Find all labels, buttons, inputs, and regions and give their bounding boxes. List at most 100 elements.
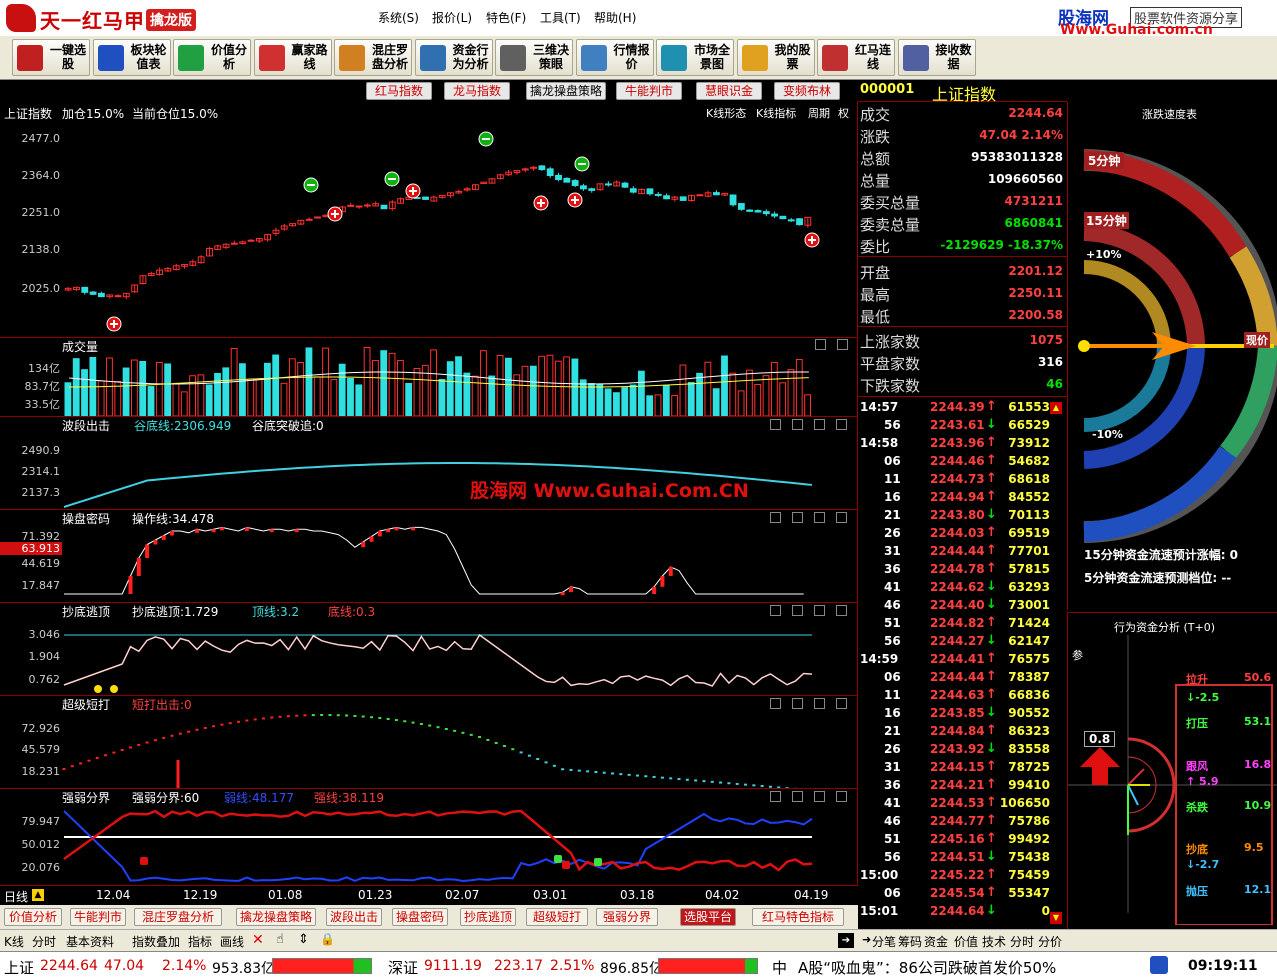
panel-tool-icon[interactable] xyxy=(770,512,781,523)
panel-tool-icon[interactable] xyxy=(792,605,803,616)
news-ticker[interactable]: A股“吸血鬼”：86公司跌破首发价50% xyxy=(798,957,1056,978)
panel-tool-icon[interactable] xyxy=(836,512,847,523)
super-short-chart xyxy=(62,714,797,788)
panel-tool-icon[interactable] xyxy=(770,419,781,430)
bottom-tool-link[interactable]: 画线 xyxy=(220,933,244,950)
toolbar-button[interactable]: 市场全景图 xyxy=(656,39,734,76)
panel-tool-icon[interactable] xyxy=(814,605,825,616)
quote-row-label: 总量 xyxy=(860,172,891,190)
scroll-down-icon[interactable]: ▼ xyxy=(1050,912,1062,924)
bottom-tool-link[interactable]: 分时 xyxy=(32,933,56,950)
toolbar-button[interactable]: 板块轮值表 xyxy=(92,39,171,76)
tick-row: 26 2243.92 ↓ 83558 xyxy=(858,741,1058,760)
toolbar-button[interactable]: 我的股票 xyxy=(736,39,815,76)
right-tool-link[interactable]: 价值 xyxy=(954,933,978,950)
date-tick-label: 12.19 xyxy=(183,888,218,902)
lock-icon[interactable]: 🔒 xyxy=(320,932,335,946)
indicator-tab[interactable]: 擒龙操盘策略 xyxy=(526,82,606,100)
menu-help[interactable]: 帮助(H) xyxy=(594,9,636,26)
volume-bar xyxy=(355,384,363,416)
toolbar-button[interactable]: 接收数据 xyxy=(897,39,976,76)
volume-bar xyxy=(654,394,662,416)
indicator-tab[interactable]: 红马指数 xyxy=(366,82,432,100)
tick-volume: 66529 xyxy=(1008,418,1050,432)
panel-tool-icon[interactable] xyxy=(836,419,847,430)
panel-tool-icon[interactable] xyxy=(836,605,847,616)
quote-row: 下跌家数 46 xyxy=(858,373,1067,395)
bottom-indicator-tab[interactable]: 价值分析 xyxy=(4,908,62,926)
toolbar-button[interactable]: 红马连线 xyxy=(817,39,895,76)
bottom-indicator-tab[interactable]: 强弱分界 xyxy=(596,908,658,926)
bottom-indicator-tab[interactable]: 擒龙操盘策略 xyxy=(236,908,316,926)
right-tool-link[interactable]: 筹码 xyxy=(898,933,922,950)
volume-bar xyxy=(255,378,263,416)
bottom-indicator-tab[interactable]: 牛能判市 xyxy=(70,908,126,926)
period-label[interactable]: 日线 xyxy=(4,888,28,905)
menu-special[interactable]: 特色(F) xyxy=(486,9,526,26)
right-tools-arrow-icon[interactable]: ➜ xyxy=(862,933,871,946)
bottom-tool-link[interactable]: 基本资料 xyxy=(66,933,114,950)
panel-tool-icon[interactable] xyxy=(792,791,803,802)
panel-tool-icon[interactable] xyxy=(814,698,825,709)
right-tool-link[interactable]: 分时 xyxy=(1010,933,1034,950)
toolbar-button[interactable]: 一键选股 xyxy=(12,39,90,76)
move-vertical-icon[interactable]: ⇕ xyxy=(298,932,309,947)
tick-row: 36 2244.21 ↑ 99410 xyxy=(858,777,1058,796)
tick-row: 06 2245.54 ↑ 55347 xyxy=(858,885,1058,904)
panel-tool-icon[interactable] xyxy=(837,339,848,350)
toolbar-button[interactable]: 行情报价 xyxy=(575,39,654,76)
panel-tool-icon[interactable] xyxy=(815,339,826,350)
scroll-up-icon[interactable]: ▲ xyxy=(1050,402,1062,414)
tick-row: 26 2244.03 ↑ 69519 xyxy=(858,525,1058,544)
bottom-indicator-tab[interactable]: 红马特色指标 xyxy=(752,908,844,926)
panel-tool-icon[interactable] xyxy=(792,698,803,709)
quote-row: 总量 109660560 xyxy=(858,168,1067,190)
toolbar-button[interactable]: 资金行为分析 xyxy=(414,39,493,76)
bottom-indicator-tab[interactable]: 波段出击 xyxy=(326,908,382,926)
bottom-tool-link[interactable]: 指标 xyxy=(188,933,212,950)
toolbar-button[interactable]: 价值分析 xyxy=(173,39,251,76)
panel-tool-icon[interactable] xyxy=(814,791,825,802)
bottom-tool-link[interactable]: 指数叠加 xyxy=(132,933,180,950)
panel-tool-icon[interactable] xyxy=(770,605,781,616)
tick-time: 41 xyxy=(884,580,901,594)
volume-bar xyxy=(81,369,88,416)
right-tool-link[interactable]: 分笔 xyxy=(872,933,896,950)
menu-system[interactable]: 系统(S) xyxy=(378,9,419,26)
panel-tool-icon[interactable] xyxy=(770,791,781,802)
menu-tools[interactable]: 工具(T) xyxy=(540,9,581,26)
expand-arrow-icon[interactable]: ➔ xyxy=(838,933,854,948)
panel-tool-icon[interactable] xyxy=(792,419,803,430)
indicator-tab[interactable]: 变频布林 xyxy=(774,82,840,100)
indicator-tab[interactable]: 牛能判市 xyxy=(616,82,682,100)
right-tool-link[interactable]: 分价 xyxy=(1038,933,1062,950)
bottom-indicator-tab[interactable]: 抄底逃顶 xyxy=(460,908,516,926)
bottom-indicator-tab[interactable]: 选股平台 xyxy=(680,908,736,926)
super-dot xyxy=(320,714,324,717)
bottom-tool-link[interactable]: K线 xyxy=(4,933,24,950)
panel-tool-icon[interactable] xyxy=(836,698,847,709)
panel-tool-icon[interactable] xyxy=(836,791,847,802)
bottom-indicator-tab[interactable]: 混庄罗盘分析 xyxy=(134,908,222,926)
period-dropdown-icon[interactable]: ▲ xyxy=(32,889,44,901)
bottom-indicator-tab[interactable]: 超级短打 xyxy=(526,908,588,926)
toolbar-button[interactable]: 赢家路线 xyxy=(253,39,332,76)
toolbar-button[interactable]: 三维决策眼 xyxy=(495,39,573,76)
menu-quote[interactable]: 报价(L) xyxy=(432,9,472,26)
panel-tool-icon[interactable] xyxy=(792,512,803,523)
bottom-indicator-tab[interactable]: 操盘密码 xyxy=(392,908,448,926)
toolbar-button[interactable]: 混庄罗盘分析 xyxy=(334,39,412,76)
close-x-icon[interactable]: ✕ xyxy=(252,932,264,948)
panel-tool-icon[interactable] xyxy=(814,512,825,523)
panel-tool-icon[interactable] xyxy=(770,698,781,709)
strong-line xyxy=(63,809,813,872)
panel-tool-icon[interactable] xyxy=(814,419,825,430)
volume-bar xyxy=(504,357,512,416)
indicator-tab[interactable]: 慧眼识金 xyxy=(696,82,762,100)
volume-bar xyxy=(272,354,280,416)
hand-pointer-icon[interactable]: ☝ xyxy=(276,932,284,947)
super-dot xyxy=(328,714,332,717)
right-tool-link[interactable]: 资金 xyxy=(924,933,948,950)
indicator-tab[interactable]: 龙马指数 xyxy=(444,82,510,100)
right-tool-link[interactable]: 技术 xyxy=(982,933,1006,950)
